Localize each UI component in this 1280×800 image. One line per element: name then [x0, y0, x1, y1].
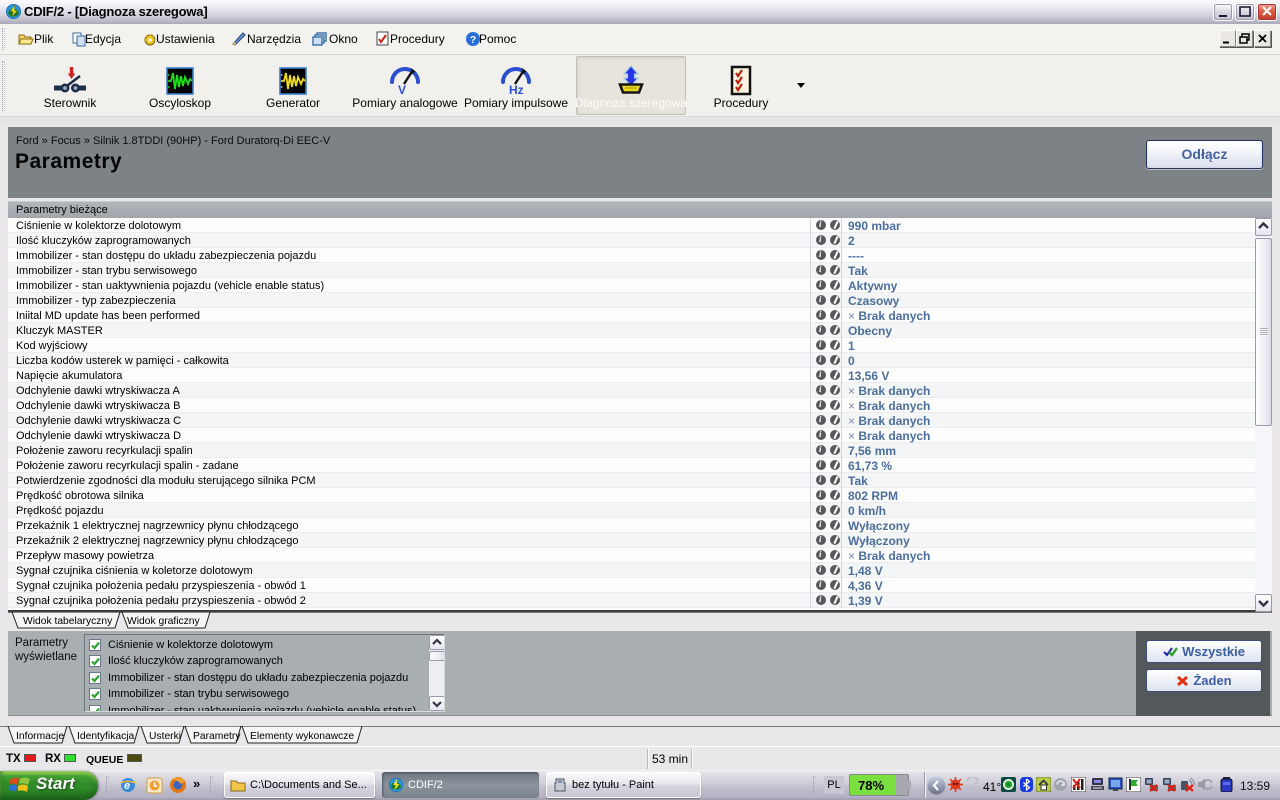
- svg-text:Widok graficzny: Widok graficzny: [127, 616, 201, 627]
- svg-text:Usterki: Usterki: [149, 731, 181, 742]
- svg-text:Elementy wykonawcze: Elementy wykonawcze: [250, 731, 354, 742]
- svg-text:Informacje: Informacje: [16, 731, 64, 742]
- svg-text:V: V: [398, 83, 406, 97]
- svg-text:Identyfikacja: Identyfikacja: [77, 731, 135, 742]
- svg-text:Hz: Hz: [509, 83, 524, 97]
- svg-text:Widok tabelaryczny: Widok tabelaryczny: [23, 616, 113, 627]
- svg-text:Parametry: Parametry: [193, 731, 241, 742]
- svg-text:?: ?: [470, 35, 476, 46]
